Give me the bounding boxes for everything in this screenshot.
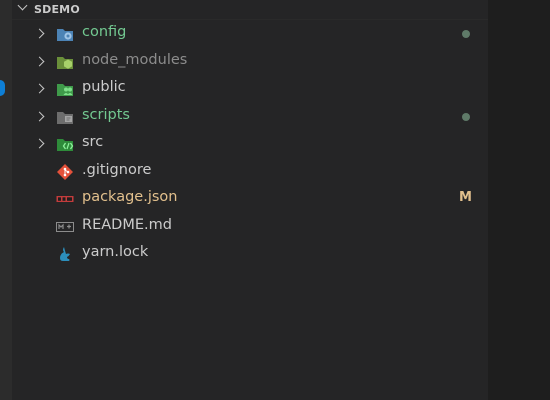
chevron-right-icon <box>36 29 46 39</box>
yarn-icon <box>56 245 74 263</box>
chevron-right-icon <box>36 84 46 94</box>
vscode-window: SDEMO config node_modules public scripts… <box>0 0 550 400</box>
npm-icon <box>56 190 74 208</box>
tree-item-label: node_modules <box>82 51 188 68</box>
config-folder-icon <box>56 25 74 43</box>
tree-item-node-modules[interactable]: node_modules <box>12 48 488 76</box>
tree-item-src[interactable]: src <box>12 130 488 158</box>
modified-dot <box>462 112 470 121</box>
modified-dot <box>462 30 470 38</box>
scripts-folder-icon <box>56 108 74 126</box>
tree-item-label: package.json <box>82 189 178 205</box>
tree-item-label: README.md <box>82 216 172 233</box>
tree-item-label: public <box>82 79 126 95</box>
src-folder-icon <box>56 135 74 153</box>
modified-status-letter: M <box>459 190 472 205</box>
chevron-right-icon <box>36 139 46 149</box>
tree-item-scripts[interactable]: scripts <box>12 103 488 131</box>
tree-item-config[interactable]: config <box>12 20 488 48</box>
public-folder-icon <box>56 80 74 98</box>
tree-item-label: scripts <box>82 106 130 123</box>
chevron-down-icon <box>18 2 28 12</box>
git-icon <box>56 163 74 181</box>
explorer-sidebar: SDEMO config node_modules public scripts… <box>12 0 488 400</box>
tree-item-public[interactable]: public <box>12 75 488 103</box>
activity-bar <box>0 0 12 400</box>
tree-item-label: .gitignore <box>82 161 152 178</box>
activity-indicator <box>0 80 5 96</box>
tree-item-gitignore[interactable]: .gitignore <box>12 158 488 186</box>
explorer-section-header[interactable]: SDEMO <box>12 0 488 20</box>
file-tree: config node_modules public scripts src .… <box>12 20 488 268</box>
tree-item-label: yarn.lock <box>82 244 149 260</box>
markdown-icon <box>56 218 74 236</box>
tree-item-package-json[interactable]: package.json M <box>12 185 488 213</box>
node-folder-icon <box>56 53 74 71</box>
tree-item-readme[interactable]: README.md <box>12 213 488 241</box>
explorer-section-title: SDEMO <box>34 3 80 16</box>
chevron-right-icon <box>36 112 46 122</box>
tree-item-yarn-lock[interactable]: yarn.lock <box>12 240 488 268</box>
chevron-right-icon <box>36 57 46 67</box>
tree-item-label: config <box>82 24 127 40</box>
editor-area-edge <box>488 0 550 400</box>
tree-item-label: src <box>82 134 104 150</box>
